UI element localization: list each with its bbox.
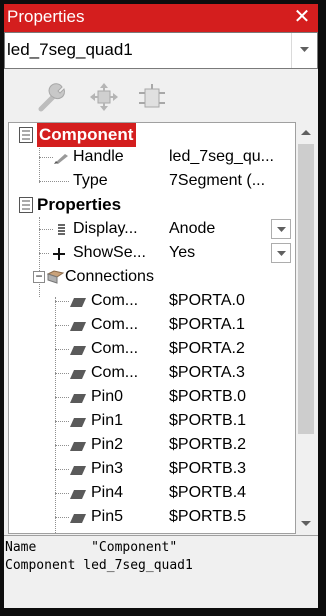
connection-icon bbox=[67, 439, 86, 451]
connection-value[interactable]: $PORTB.2 bbox=[169, 433, 293, 457]
dropdown-button[interactable] bbox=[271, 243, 291, 263]
property-row-type[interactable]: Type 7Segment (... bbox=[9, 169, 295, 193]
chevron-down-icon[interactable] bbox=[291, 33, 317, 68]
connection-row[interactable]: Pin3 $PORTB.3 bbox=[9, 457, 295, 481]
object-selector[interactable]: led_7seg_quad1 bbox=[4, 32, 318, 69]
property-name: ShowSe... bbox=[73, 244, 146, 261]
connection-value[interactable]: $PORTA.0 bbox=[169, 289, 293, 313]
properties-window: Properties ✕ led_7seg_quad1 Component Ha… bbox=[4, 4, 318, 608]
connection-name: Pin1 bbox=[91, 412, 124, 429]
scroll-up-icon[interactable] bbox=[296, 122, 316, 142]
scrollbar-thumb[interactable] bbox=[298, 144, 314, 434]
property-row-showse[interactable]: ShowSe... Yes bbox=[9, 241, 295, 265]
connection-row[interactable]: Pin1 $PORTB.1 bbox=[9, 409, 295, 433]
connections-label: Connections bbox=[65, 268, 154, 285]
connection-icon bbox=[67, 463, 86, 475]
connection-value[interactable]: $PORTB.5 bbox=[169, 505, 293, 529]
category-component[interactable]: Component bbox=[9, 123, 295, 147]
connection-row[interactable]: Pin6 $PORTB.6 bbox=[9, 529, 295, 533]
category-label: Properties bbox=[37, 195, 122, 214]
connection-icon bbox=[67, 295, 86, 307]
connection-icon bbox=[67, 343, 86, 355]
collapse-toggle[interactable]: − bbox=[33, 270, 45, 283]
property-row-handle[interactable]: Handle led_7seg_qu... bbox=[9, 145, 295, 169]
category-icon bbox=[19, 197, 33, 213]
connection-name: Com... bbox=[91, 364, 139, 381]
title-bar[interactable]: Properties ✕ bbox=[4, 4, 318, 32]
connection-value[interactable]: $PORTB.6 bbox=[169, 529, 293, 533]
property-name: Type bbox=[73, 172, 108, 189]
connection-name: Com... bbox=[91, 292, 139, 309]
description-panel: Name "Component" Component led_7seg_quad… bbox=[4, 535, 318, 608]
connection-icon bbox=[67, 391, 86, 403]
connection-name: Pin2 bbox=[91, 436, 124, 453]
category-properties[interactable]: Properties bbox=[9, 193, 295, 217]
folder-icon bbox=[46, 270, 65, 284]
connection-icon bbox=[67, 367, 86, 379]
toolbar bbox=[4, 69, 318, 122]
connection-row[interactable]: Pin2 $PORTB.2 bbox=[9, 433, 295, 457]
object-selector-value: led_7seg_quad1 bbox=[7, 40, 133, 59]
connection-value[interactable]: $PORTA.2 bbox=[169, 337, 293, 361]
category-icon bbox=[19, 127, 33, 143]
property-value[interactable]: 7Segment (... bbox=[169, 169, 293, 193]
connection-name: Pin4 bbox=[91, 484, 124, 501]
connection-row[interactable]: Com... $PORTA.3 bbox=[9, 361, 295, 385]
connection-icon bbox=[67, 319, 86, 331]
property-row-display[interactable]: Display... Anode bbox=[9, 217, 295, 241]
property-name: Handle bbox=[73, 148, 124, 165]
wrench-icon[interactable] bbox=[36, 81, 68, 113]
connection-icon bbox=[67, 415, 86, 427]
property-grid[interactable]: Component Handle led_7seg_qu... Type 7Se… bbox=[8, 122, 296, 534]
connection-row[interactable]: Com... $PORTA.1 bbox=[9, 313, 295, 337]
description-line: Component led_7seg_quad1 bbox=[5, 558, 193, 573]
description-line: Name "Component" bbox=[5, 540, 178, 555]
connection-row[interactable]: Pin4 $PORTB.4 bbox=[9, 481, 295, 505]
property-name: Display... bbox=[73, 220, 138, 237]
dropdown-button[interactable] bbox=[271, 219, 291, 239]
plus-icon bbox=[51, 247, 69, 260]
close-button[interactable]: ✕ bbox=[291, 5, 313, 29]
connection-value[interactable]: $PORTB.1 bbox=[169, 409, 293, 433]
connection-name: Com... bbox=[91, 316, 139, 333]
connection-value[interactable]: $PORTB.0 bbox=[169, 385, 293, 409]
connection-name: Pin3 bbox=[91, 460, 124, 477]
list-icon bbox=[55, 223, 73, 235]
connection-value[interactable]: $PORTA.1 bbox=[169, 313, 293, 337]
property-value[interactable]: led_7seg_qu... bbox=[169, 145, 293, 169]
scroll-down-icon[interactable] bbox=[296, 514, 316, 534]
connection-icon bbox=[67, 511, 86, 523]
connection-row[interactable]: Com... $PORTA.0 bbox=[9, 289, 295, 313]
category-label: Component bbox=[37, 123, 137, 147]
window-frame: Properties ✕ led_7seg_quad1 Component Ha… bbox=[0, 0, 326, 616]
move-icon[interactable] bbox=[88, 81, 120, 113]
connection-name: Pin6 bbox=[91, 529, 123, 533]
connection-value[interactable]: $PORTB.4 bbox=[169, 481, 293, 505]
connection-row[interactable]: Pin5 $PORTB.5 bbox=[9, 505, 295, 529]
component-icon[interactable] bbox=[136, 81, 168, 113]
connections-group[interactable]: − Connections bbox=[9, 265, 295, 289]
connection-name: Com... bbox=[91, 340, 139, 357]
connection-value[interactable]: $PORTA.3 bbox=[169, 361, 293, 385]
connection-name: Pin0 bbox=[91, 388, 124, 405]
pencil-icon bbox=[53, 151, 71, 164]
window-title: Properties bbox=[7, 7, 85, 26]
vertical-scrollbar[interactable] bbox=[296, 122, 316, 534]
connection-icon bbox=[67, 487, 86, 499]
connection-row[interactable]: Com... $PORTA.2 bbox=[9, 337, 295, 361]
connection-value[interactable]: $PORTB.3 bbox=[169, 457, 293, 481]
connection-name: Pin5 bbox=[91, 508, 124, 525]
connection-row[interactable]: Pin0 $PORTB.0 bbox=[9, 385, 295, 409]
